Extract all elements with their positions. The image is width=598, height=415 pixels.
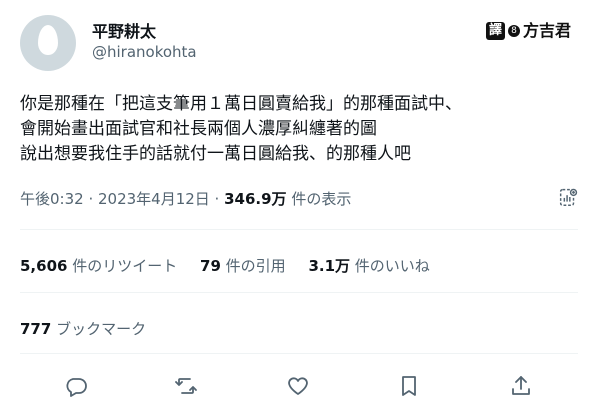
quotes-count: 79 xyxy=(200,257,221,275)
likes-count: 3.1万 xyxy=(308,257,351,275)
retweets-count: 5,606 xyxy=(20,257,68,275)
retweet-icon[interactable] xyxy=(174,374,200,400)
retweets-stat[interactable]: 5,606 件のリツイート xyxy=(20,255,177,276)
reply-icon[interactable] xyxy=(64,374,90,400)
tweet-text: 你是那種在「把這支筆用１萬日圓賣給我」的那種面試中、 會開始畫出面試官和社長兩個… xyxy=(20,92,580,167)
like-icon[interactable] xyxy=(286,374,312,400)
engagement-stats: 5,606 件のリツイート 79 件の引用 3.1万 件のいいね xyxy=(20,255,448,276)
quotes-label: 件の引用 xyxy=(220,257,286,275)
translator-watermark: 譯 8 方吉君 xyxy=(486,22,571,40)
tweet-line: 你是那種在「把這支筆用１萬日圓賣給我」的那種面試中、 xyxy=(20,94,462,114)
user-handle[interactable]: @hiranokohta xyxy=(92,43,197,61)
analytics-icon[interactable] xyxy=(557,186,579,208)
views-count: 346.9万 xyxy=(224,190,287,208)
views-label: 件の表示 xyxy=(286,190,352,208)
retweets-label: 件のリツイート xyxy=(67,257,178,275)
tweet-meta: 午後0:32 · 2023年4月12日 · 346.9万 件の表示 xyxy=(20,188,351,209)
likes-label: 件のいいね xyxy=(350,257,430,275)
avatar[interactable] xyxy=(20,15,76,71)
share-icon[interactable] xyxy=(509,374,535,400)
watermark-dot: 8 xyxy=(508,25,521,37)
bookmarks-count: 777 xyxy=(20,320,52,338)
tweet-line: 會開始畫出面試官和社長兩個人濃厚糾纏著的圖 xyxy=(20,119,377,139)
bookmarks-stat[interactable]: 777 ブックマーク xyxy=(20,318,146,339)
watermark-translate-badge: 譯 xyxy=(486,22,506,40)
default-egg-avatar xyxy=(38,25,58,55)
likes-stat[interactable]: 3.1万 件のいいね xyxy=(308,255,429,276)
bookmarks-label: ブックマーク xyxy=(51,320,147,338)
bookmark-icon[interactable] xyxy=(397,374,423,400)
display-name[interactable]: 平野耕太 xyxy=(92,18,156,42)
watermark-name: 方吉君 xyxy=(523,21,572,40)
tweet-line: 說出想要我住手的話就付一萬日圓給我、的那種人吧 xyxy=(20,144,411,164)
quotes-stat[interactable]: 79 件の引用 xyxy=(200,255,286,276)
action-bar xyxy=(0,370,598,404)
timestamp[interactable]: 午後0:32 · 2023年4月12日 · xyxy=(20,190,224,208)
divider xyxy=(20,292,578,293)
divider xyxy=(20,353,578,354)
divider xyxy=(20,229,578,230)
